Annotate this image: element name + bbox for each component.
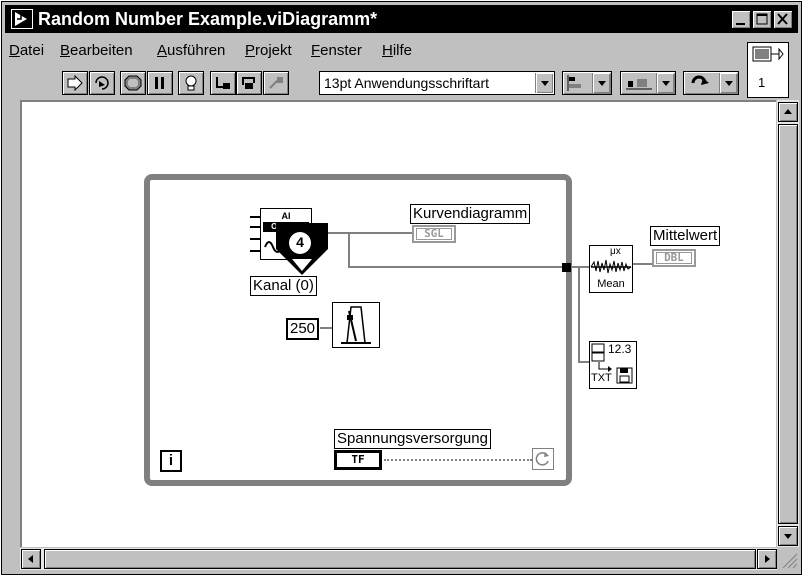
- wire: [320, 327, 332, 329]
- connector-pane-number: 1: [758, 75, 766, 90]
- connector: [250, 238, 260, 240]
- mean-label: Mittelwert: [650, 226, 721, 246]
- align-objects-icon: [567, 75, 581, 91]
- waveform-chart-terminal[interactable]: SGL: [412, 225, 456, 243]
- abort-button[interactable]: [120, 71, 146, 95]
- scroll-left-button[interactable]: [21, 549, 41, 569]
- menu-fenster[interactable]: Fenster: [311, 42, 362, 59]
- chevron-down-icon: [719, 73, 737, 93]
- wait-until-next-ms-vi[interactable]: [332, 302, 380, 348]
- align-objects-button[interactable]: [562, 71, 612, 95]
- power-supply-control[interactable]: TF: [334, 450, 382, 470]
- write-to-file-vi[interactable]: 12.3 TXT: [589, 341, 637, 389]
- reorder-icon: [691, 75, 709, 85]
- step-over-button[interactable]: [236, 71, 262, 95]
- title-bar: Random Number Example.viDiagramm*: [5, 5, 798, 33]
- step-over-icon: [242, 77, 255, 89]
- boolean-wire: [384, 459, 532, 461]
- labview-window: Random Number Example.viDiagramm* Datei …: [1, 1, 802, 575]
- scroll-down-button[interactable]: [778, 526, 798, 546]
- vi-icon: [752, 46, 784, 62]
- menu-projekt[interactable]: Projekt: [245, 42, 292, 59]
- connector: [250, 250, 260, 252]
- pause-icon: [155, 77, 164, 89]
- reorder-button[interactable]: [683, 71, 739, 95]
- connector: [250, 216, 260, 218]
- chevron-down-icon: [592, 73, 610, 93]
- wire: [571, 266, 589, 268]
- close-button[interactable]: [773, 10, 793, 29]
- iteration-terminal[interactable]: i: [160, 450, 182, 472]
- font-select[interactable]: 13pt Anwendungsschriftart: [319, 71, 555, 95]
- run-continuously-icon: [95, 76, 109, 90]
- run-arrow-icon: [67, 75, 83, 91]
- callout-marker: 4: [270, 219, 330, 279]
- vi-icon-pane[interactable]: 1: [747, 42, 789, 98]
- minimize-button[interactable]: [731, 10, 751, 29]
- vertical-scrollbar[interactable]: [777, 100, 799, 547]
- run-continuously-button[interactable]: [89, 71, 115, 95]
- connector: [250, 226, 260, 228]
- menu-datei[interactable]: Datei: [9, 42, 44, 59]
- waveform-chart-label: Kurvendiagramm: [410, 204, 531, 224]
- wire: [348, 266, 564, 268]
- scroll-right-button[interactable]: [757, 549, 777, 569]
- menu-ausfuehren[interactable]: Ausführen: [157, 42, 225, 59]
- floppy-disk-icon: [616, 367, 633, 384]
- highlight-execution-button[interactable]: [178, 71, 204, 95]
- conditional-terminal[interactable]: [532, 448, 554, 470]
- step-out-icon: [269, 77, 283, 89]
- menu-bearbeiten[interactable]: Bearbeiten: [60, 42, 133, 59]
- vertical-scroll-thumb[interactable]: [778, 124, 798, 524]
- step-into-button[interactable]: [210, 71, 236, 95]
- resize-grip[interactable]: [777, 548, 799, 570]
- step-into-icon: [216, 77, 230, 89]
- wire: [342, 232, 412, 234]
- mean-indicator-terminal[interactable]: DBL: [652, 249, 696, 267]
- chevron-down-icon: [656, 73, 674, 93]
- power-supply-label: Spannungsversorgung: [334, 429, 491, 449]
- run-button[interactable]: [62, 71, 88, 95]
- menu-hilfe[interactable]: Hilfe: [382, 42, 412, 59]
- toolbar: 13pt Anwendungsschriftart: [5, 65, 745, 99]
- distribute-objects-icon: [626, 79, 652, 90]
- distribute-objects-button[interactable]: [620, 71, 676, 95]
- wire: [632, 263, 652, 265]
- metronome-icon: [341, 306, 371, 344]
- loop-arrow-icon: [535, 452, 549, 466]
- scroll-up-button[interactable]: [778, 102, 798, 122]
- abort-icon: [124, 75, 142, 91]
- tunnel[interactable]: [562, 263, 571, 272]
- labview-vi-icon: [11, 9, 33, 29]
- channel-constant[interactable]: Kanal (0): [250, 276, 317, 296]
- window-title: Random Number Example.viDiagramm*: [38, 9, 378, 29]
- chevron-down-icon: [535, 73, 553, 93]
- mean-vi[interactable]: μx Mean: [589, 245, 633, 293]
- font-select-value: 13pt Anwendungsschriftart: [324, 75, 489, 91]
- horizontal-scrollbar[interactable]: [20, 548, 777, 570]
- maximize-button[interactable]: [752, 10, 772, 29]
- noise-signal-icon: [590, 259, 632, 274]
- horizontal-scroll-thumb[interactable]: [44, 549, 756, 569]
- numeric-constant[interactable]: 250: [286, 318, 320, 340]
- highlight-execution-icon: [185, 75, 197, 91]
- step-out-button[interactable]: [263, 71, 289, 95]
- pause-button[interactable]: [147, 71, 173, 95]
- wire: [578, 266, 580, 363]
- callout-number: 4: [296, 234, 304, 250]
- wire: [348, 232, 350, 268]
